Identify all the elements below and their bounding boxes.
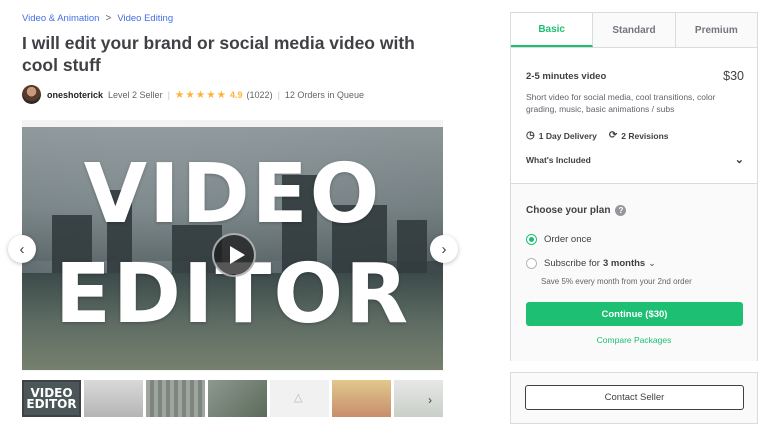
- tab-premium[interactable]: Premium: [675, 13, 757, 47]
- thumbnails-next-icon[interactable]: ›: [428, 393, 432, 407]
- continue-button[interactable]: Continue ($30): [526, 302, 743, 326]
- subscribe-option[interactable]: Subscribe for 3 months ⌄: [526, 258, 656, 269]
- divider: |: [167, 89, 170, 100]
- package-header: 2-5 minutes video $30: [526, 69, 744, 83]
- star-icon: ★: [216, 88, 227, 101]
- video-player[interactable]: VIDEO EDITOR: [22, 127, 443, 370]
- plan-chooser: Choose your plan ? Order once Subscribe …: [511, 183, 757, 361]
- thumbnail-7[interactable]: [394, 380, 443, 417]
- package-meta: ◷ 1 Day Delivery ⟳ 2 Revisions: [526, 130, 681, 141]
- seller-overview: oneshoterick Level 2 Seller | ★ ★ ★ ★ ★ …: [22, 85, 364, 104]
- tab-basic[interactable]: Basic: [511, 13, 594, 47]
- revisions-icon: ⟳: [608, 130, 618, 141]
- package-name: 2-5 minutes video: [526, 70, 607, 82]
- orders-in-queue: 12 Orders in Queue: [284, 89, 364, 100]
- radio-subscribe[interactable]: [526, 258, 537, 269]
- delivery-time: 1 Day Delivery: [538, 130, 597, 141]
- video-title-line1: VIDEO: [83, 147, 382, 242]
- thumbnail-1[interactable]: VIDEO EDITOR: [22, 380, 81, 417]
- gallery-prev-button[interactable]: ‹: [8, 235, 36, 263]
- tab-standard[interactable]: Standard: [593, 13, 676, 47]
- subscribe-label: Subscribe for: [544, 258, 600, 269]
- chevron-down-icon: ⌄: [648, 258, 656, 268]
- gig-title: I will edit your brand or social media v…: [22, 33, 415, 75]
- package-description: Short video for social media, cool trans…: [526, 92, 716, 114]
- contact-seller-button[interactable]: Contact Seller: [525, 385, 744, 410]
- chevron-left-icon: ‹: [19, 240, 25, 258]
- thumbnail-4[interactable]: [208, 380, 267, 417]
- star-icon: ★: [185, 88, 195, 101]
- divider: |: [277, 89, 280, 100]
- subscribe-duration-select[interactable]: 3 months: [603, 258, 645, 269]
- order-once-option[interactable]: Order once: [526, 234, 592, 245]
- breadcrumb-video-animation[interactable]: Video & Animation: [22, 13, 99, 24]
- whats-included-label: What's Included: [526, 154, 591, 165]
- package-panel: Basic Standard Premium 2-5 minutes video…: [510, 12, 758, 361]
- thumbnail-3[interactable]: [146, 380, 205, 417]
- gallery-thumbnails: VIDEO EDITOR: [22, 380, 443, 418]
- contact-section: Contact Seller: [510, 372, 758, 424]
- order-once-label: Order once: [544, 234, 592, 245]
- package-tabs: Basic Standard Premium: [511, 13, 757, 48]
- gig-gallery: VIDEO EDITOR: [22, 120, 443, 371]
- star-icon: ★: [174, 88, 185, 101]
- clock-icon: ◷: [526, 130, 535, 141]
- star-icon: ★: [206, 88, 216, 101]
- seller-avatar[interactable]: [22, 85, 41, 104]
- gallery-next-button[interactable]: ›: [430, 235, 458, 263]
- rating-stars[interactable]: ★ ★ ★ ★ ★: [174, 88, 227, 101]
- thumbnail-6[interactable]: [332, 380, 391, 417]
- whats-included-toggle[interactable]: What's Included ⌄: [526, 153, 744, 166]
- compare-packages-link[interactable]: Compare Packages: [511, 335, 757, 345]
- play-icon[interactable]: [212, 233, 256, 277]
- seller-name[interactable]: oneshoterick: [47, 90, 103, 100]
- star-icon: ★: [195, 88, 206, 101]
- package-price: $30: [723, 69, 744, 83]
- revisions-count: 2 Revisions: [621, 130, 669, 141]
- thumbnail-2[interactable]: [84, 380, 143, 417]
- breadcrumb: Video & Animation > Video Editing: [22, 13, 173, 24]
- chevron-down-icon: ⌄: [734, 154, 744, 166]
- help-icon[interactable]: ?: [615, 205, 627, 216]
- radio-order-once[interactable]: [526, 234, 537, 245]
- plan-title: Choose your plan ?: [526, 205, 627, 216]
- chevron-right-icon: ›: [441, 240, 447, 258]
- rating-score: 4.9: [230, 89, 243, 100]
- thumbnail-5[interactable]: [270, 380, 329, 417]
- review-count[interactable]: (1022): [247, 90, 273, 100]
- breadcrumb-video-editing[interactable]: Video Editing: [117, 13, 173, 24]
- subscription-save-note: Save 5% every month from your 2nd order: [541, 277, 692, 286]
- chevron-right-icon: >: [105, 12, 112, 24]
- seller-level: Level 2 Seller: [108, 89, 163, 100]
